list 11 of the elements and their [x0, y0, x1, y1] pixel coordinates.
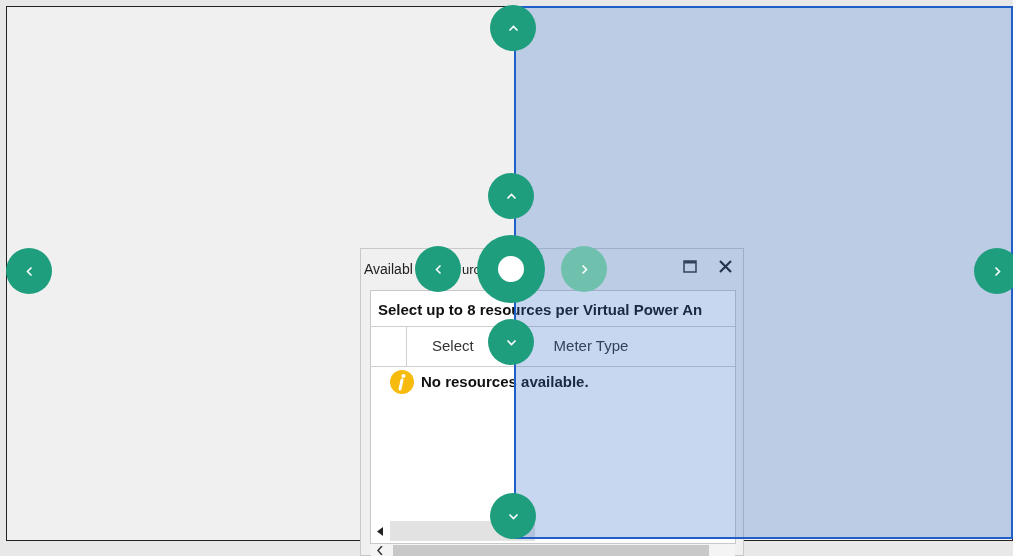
close-icon[interactable]	[719, 260, 732, 273]
column-header[interactable]: Meter Type	[553, 335, 629, 358]
chevron-up-icon	[507, 22, 519, 34]
chevron-left-icon	[432, 263, 444, 275]
chevron-left-icon	[23, 265, 35, 277]
dot-icon	[498, 256, 524, 282]
column-header[interactable]: Select	[432, 335, 474, 358]
info-icon	[389, 369, 415, 395]
chevron-up-icon	[505, 190, 517, 202]
panel-title: Availabl	[364, 260, 413, 279]
maximize-icon[interactable]	[683, 260, 697, 273]
